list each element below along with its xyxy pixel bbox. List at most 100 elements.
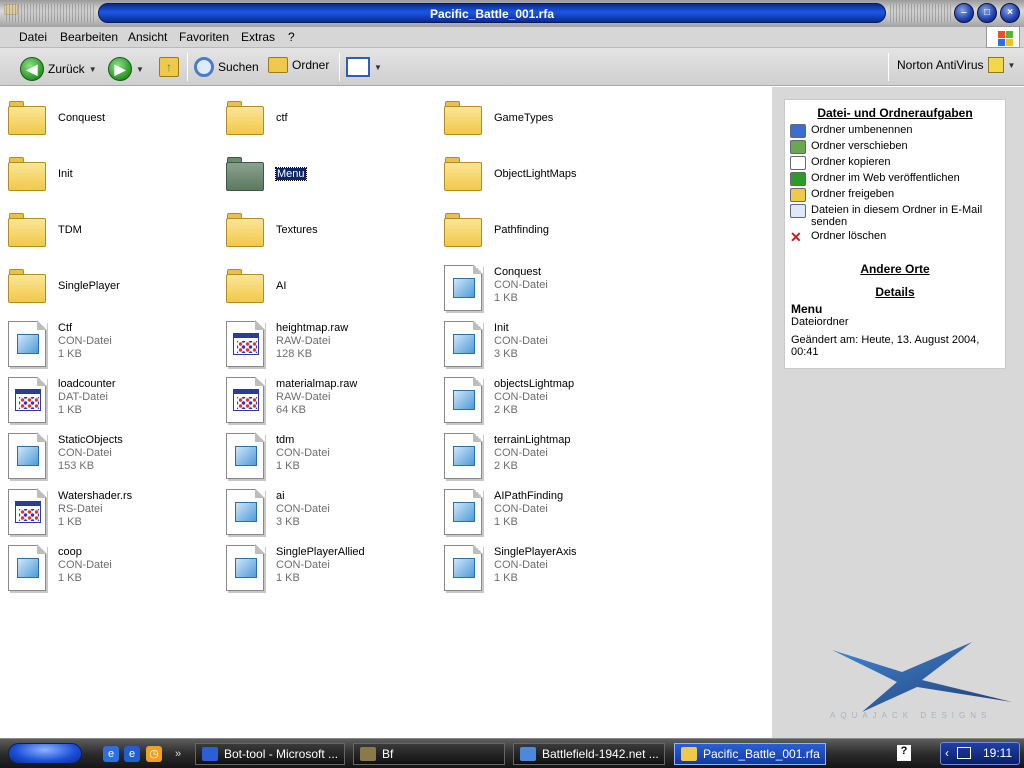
ql-ie-icon[interactable]: e [124, 746, 140, 762]
file-item[interactable]: SinglePlayerAllied CON-Datei 1 KB [218, 541, 428, 593]
task-battlefield-net[interactable]: Battlefield-1942.net ... [513, 743, 665, 765]
file-name: ai [276, 490, 285, 502]
config-file-icon [8, 432, 48, 479]
back-button[interactable]: ◀ Zurück ▼ [20, 57, 97, 81]
detail-modified: Geändert am: Heute, 13. August 2004, 00:… [791, 334, 980, 358]
file-item[interactable]: Ctf CON-Datei 1 KB [0, 317, 210, 369]
folder-icon [444, 97, 484, 139]
network-icon[interactable] [957, 747, 971, 759]
folder-item[interactable]: TDM [0, 205, 210, 257]
title-bar[interactable]: Pacific_Battle_001.rfa – □ × [0, 0, 1024, 27]
file-item[interactable]: ai CON-Datei 3 KB [218, 485, 428, 537]
folder-item[interactable]: Pathfinding [436, 205, 646, 257]
file-item[interactable]: Init CON-Datei 3 KB [436, 317, 646, 369]
file-size: 153 KB [58, 460, 95, 472]
file-name: Conquest [58, 112, 106, 124]
program-file-icon [226, 376, 266, 423]
file-item[interactable]: Conquest CON-Datei 1 KB [436, 261, 646, 313]
folder-item[interactable]: ObjectLightMaps [436, 149, 646, 201]
task-label: Pacific_Battle_001.rfa [703, 747, 820, 761]
file-name: coop [58, 546, 82, 558]
file-item[interactable]: AIPathFinding CON-Datei 1 KB [436, 485, 646, 537]
minimize-button[interactable]: – [954, 3, 974, 23]
file-item[interactable]: loadcounter DAT-Datei 1 KB [0, 373, 210, 425]
menu-datei[interactable]: Datei [19, 30, 47, 44]
folder-item[interactable]: Textures [218, 205, 428, 257]
config-file-icon [444, 320, 484, 367]
task-item[interactable]: Ordner verschieben [790, 140, 1000, 154]
task-item[interactable]: Ordner umbenennen [790, 124, 1000, 138]
tray-expand-icon[interactable]: ‹ [945, 746, 949, 760]
maximize-button[interactable]: □ [977, 3, 997, 23]
task-item[interactable]: Ordner freigeben [790, 188, 1000, 202]
config-file-icon [226, 432, 266, 479]
file-type: CON-Datei [58, 335, 112, 347]
menu-extras[interactable]: Extras [241, 30, 275, 44]
task-bot-tool[interactable]: Bot-tool - Microsoft ... [195, 743, 345, 765]
task-pacific-battle[interactable]: Pacific_Battle_001.rfa [674, 743, 826, 765]
file-name: loadcounter [58, 378, 116, 390]
folders-button[interactable]: Ordner [268, 57, 329, 73]
file-item[interactable]: heightmap.raw RAW-Datei 128 KB [218, 317, 428, 369]
file-list[interactable]: Conquest ctf GameTypes Init Menu ObjectLightM… [0, 87, 772, 738]
folder-icon [8, 265, 48, 307]
file-item[interactable]: terrainLightmap CON-Datei 2 KB [436, 429, 646, 481]
folder-item[interactable]: GameTypes [436, 93, 646, 145]
clock[interactable]: 19:11 [983, 746, 1012, 760]
close-button[interactable]: × [1000, 3, 1020, 23]
menu-bearbeiten[interactable]: Bearbeiten [60, 30, 118, 44]
details-heading[interactable]: Details [785, 285, 1005, 299]
file-item[interactable]: objectsLightmap CON-Datei 2 KB [436, 373, 646, 425]
ql-desktop-icon[interactable]: e [103, 746, 119, 762]
folder-item[interactable]: Conquest [0, 93, 210, 145]
bf-icon [360, 747, 376, 761]
folder-item[interactable]: Init [0, 149, 210, 201]
file-item[interactable]: materialmap.raw RAW-Datei 64 KB [218, 373, 428, 425]
file-type: CON-Datei [58, 559, 112, 571]
back-dropdown-icon[interactable]: ▼ [89, 65, 97, 74]
task-bf[interactable]: Bf [353, 743, 505, 765]
task-item[interactable]: ✕ Ordner löschen [790, 230, 1000, 244]
window-title: Pacific_Battle_001.rfa [429, 7, 555, 21]
views-button[interactable]: ▼ [346, 57, 382, 77]
norton-antivirus-button[interactable]: Norton AntiVirus ▼ [897, 57, 1015, 73]
file-item[interactable]: tdm CON-Datei 1 KB [218, 429, 428, 481]
folder-icon [226, 265, 266, 307]
task-item[interactable]: Dateien in diesem Ordner in E-Mail sende… [790, 204, 1000, 228]
folder-item[interactable]: AI [218, 261, 428, 313]
folder-item[interactable]: SinglePlayer [0, 261, 210, 313]
views-dropdown-icon[interactable]: ▼ [374, 63, 382, 72]
file-name: tdm [276, 434, 295, 446]
folders-label: Ordner [292, 58, 330, 72]
file-size: 2 KB [494, 460, 518, 472]
task-item[interactable]: Ordner kopieren [790, 156, 1000, 170]
help-icon[interactable]: ? [897, 745, 911, 761]
file-item[interactable]: Watershader.rs RS-Datei 1 KB [0, 485, 210, 537]
forward-button[interactable]: ▶ ▼ [108, 57, 144, 81]
folder-item[interactable]: Menu [218, 149, 428, 201]
folder-item[interactable]: ctf [218, 93, 428, 145]
up-folder-button[interactable]: ↑ [159, 57, 179, 77]
tasks-heading[interactable]: Datei- und Ordneraufgaben [785, 106, 1005, 120]
ql-clock-icon[interactable]: ◷ [146, 746, 162, 762]
forward-dropdown-icon[interactable]: ▼ [136, 65, 144, 74]
file-item[interactable]: SinglePlayerAxis CON-Datei 1 KB [436, 541, 646, 593]
task-label: Battlefield-1942.net ... [542, 747, 659, 761]
norton-dropdown-icon[interactable]: ▼ [1008, 61, 1016, 70]
menu-favoriten[interactable]: Favoriten [179, 30, 229, 44]
search-button[interactable]: Suchen [194, 57, 259, 77]
start-button[interactable] [8, 743, 82, 764]
ql-more-icon[interactable]: » [170, 746, 186, 762]
file-item[interactable]: StaticObjects CON-Datei 153 KB [0, 429, 210, 481]
task-item[interactable]: Ordner im Web veröffentlichen [790, 172, 1000, 186]
detail-name: Menu [791, 302, 823, 316]
config-file-icon [8, 544, 48, 591]
menu-ansicht[interactable]: Ansicht [128, 30, 167, 44]
other-places-heading[interactable]: Andere Orte [785, 262, 1005, 276]
file-name: Conquest [494, 266, 542, 278]
file-name: TDM [58, 224, 82, 236]
menu-help[interactable]: ? [288, 30, 295, 44]
selected-name: Menu [275, 167, 307, 181]
views-icon [346, 57, 370, 77]
file-item[interactable]: coop CON-Datei 1 KB [0, 541, 210, 593]
